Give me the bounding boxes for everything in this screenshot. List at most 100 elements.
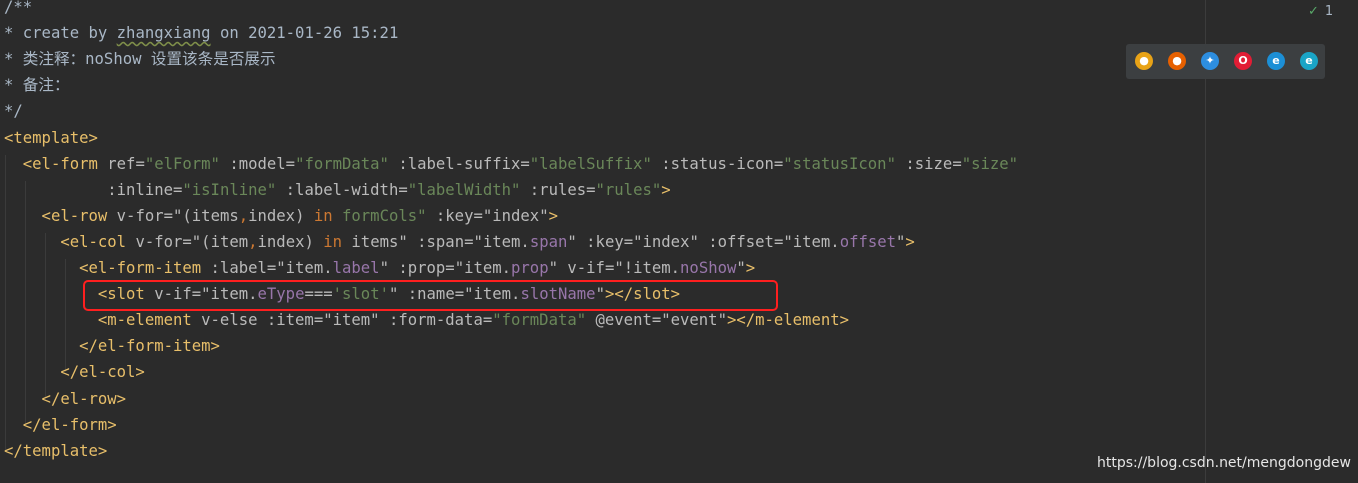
code-token: = [163,206,174,225]
code-token: = [473,206,483,225]
code-token: "item. [783,232,840,251]
inspection-widget[interactable]: ✓ 1 [1308,2,1333,22]
ie-icon[interactable]: e [1267,52,1285,70]
code-token: = [482,311,493,330]
inspection-count: 1 [1324,4,1334,19]
code-token: "labelWidth" [407,180,521,199]
code-line: * 类注释：noShow 设置该条是否展示 [4,46,276,72]
code-token: > [661,180,671,199]
code-token: " [736,259,746,277]
code-token: " [896,232,906,251]
code-line: </el-row> [4,386,127,412]
code-token: "size" [961,154,1019,173]
code-token: :model [219,154,286,173]
code-token: in [313,206,333,225]
code-token: * create by [4,24,117,43]
code-token: = [520,154,530,173]
code-token: <el-form-item [4,259,202,277]
code-token: :status-icon [651,154,774,173]
code-token: :key [426,206,474,225]
code-line: </template> [4,438,107,464]
code-token: v-for [126,232,183,251]
browser-preview-bar: ● ● ✦ Oe e [1126,44,1325,79]
code-token: = [398,180,408,199]
code-token: :form-data [379,311,483,330]
code-line: :inline="isInline" :label-width="labelWi… [4,177,671,203]
code-token: = [604,259,615,277]
code-line: </el-form> [4,412,117,438]
code-token: = [773,154,784,173]
code-token: @event [586,311,652,330]
code-token: :label-width [276,180,399,199]
code-token: "item" [323,311,380,330]
code-token: = [623,232,634,251]
code-line: <m-element v-else :item="item" :form-dat… [4,307,849,333]
edge-icon[interactable]: e [1300,52,1318,70]
code-token: <template> [4,128,98,147]
code-token: "item. [473,232,530,251]
code-token: :key [576,232,624,251]
code-token: offset [839,232,897,251]
code-token: "(items [173,206,239,225]
code-token: */ [4,102,23,121]
code-token: = [266,259,277,277]
code-line: <el-col v-for="(item,index) in items" :s… [4,229,915,255]
watermark: https://blog.csdn.net/mengdongdew [1097,455,1351,471]
code-token: "!item. [614,259,681,277]
code-token: "statusIcon" [783,154,896,173]
code-token: = [586,180,596,199]
code-editor[interactable]: /** * create by zhangxiang on 2021-01-26 … [0,0,1205,483]
code-token: * 备注： [4,76,70,95]
code-token: = [313,311,324,330]
code-token: formCols" [332,206,427,225]
code-token: /** [4,0,33,16]
code-token: :offset [698,232,774,251]
code-token: "index" [482,206,549,225]
code-line: * create by zhangxiang on 2021-01-26 15:… [4,20,398,46]
firefox-icon[interactable]: ● [1168,52,1186,70]
code-token: </el-form-item> [4,337,220,356]
code-token: " [548,259,558,277]
code-token: :inline [4,180,173,199]
opera-icon[interactable]: O [1234,52,1252,70]
code-line: * 备注： [4,72,70,98]
code-token: v-if [557,259,605,277]
chrome-icon[interactable]: ● [1135,52,1153,70]
code-token: > [905,232,915,251]
code-token: <el-row [4,206,108,225]
code-token: <el-col [4,232,127,251]
code-token: = [773,232,784,251]
code-token: <m-element [4,311,192,330]
code-token: = [135,154,145,173]
code-token: = [285,154,296,173]
code-token: " [379,259,389,277]
code-token: "item. [276,259,333,277]
code-token: :prop [388,259,446,277]
code-token: "formData" [492,311,587,330]
code-token: items" [342,232,408,251]
code-token: = [173,180,183,199]
code-line: </el-form-item> [4,333,220,359]
code-line: <el-row v-for="(items,index) in formCols… [4,203,558,229]
code-token: :span [407,232,465,251]
code-token: "labelSuffix" [529,154,652,173]
code-token: :rules [520,180,587,199]
highlight-annotation-box [83,280,778,311]
code-token: span [529,232,568,251]
code-token: </el-row> [4,389,127,408]
code-token: "(item [191,232,249,251]
code-token: " [567,232,577,251]
code-token: :label-suffix [388,154,521,173]
code-line: <el-form ref="elForm" :model="formData" … [4,151,1018,177]
code-token: prop [511,259,549,277]
safari-icon[interactable]: ✦ [1201,52,1219,70]
code-token: * 类注释：noShow 设置该条是否展示 [4,50,276,69]
code-token: noShow [680,259,737,277]
code-token: index) [257,232,324,251]
code-token: </el-form> [4,415,117,434]
code-token: on 2021-01-26 15:21 [210,24,399,43]
code-token: index) [248,206,314,225]
code-line: */ [4,98,23,124]
code-token: :item [257,311,314,330]
code-token: > [548,206,558,225]
